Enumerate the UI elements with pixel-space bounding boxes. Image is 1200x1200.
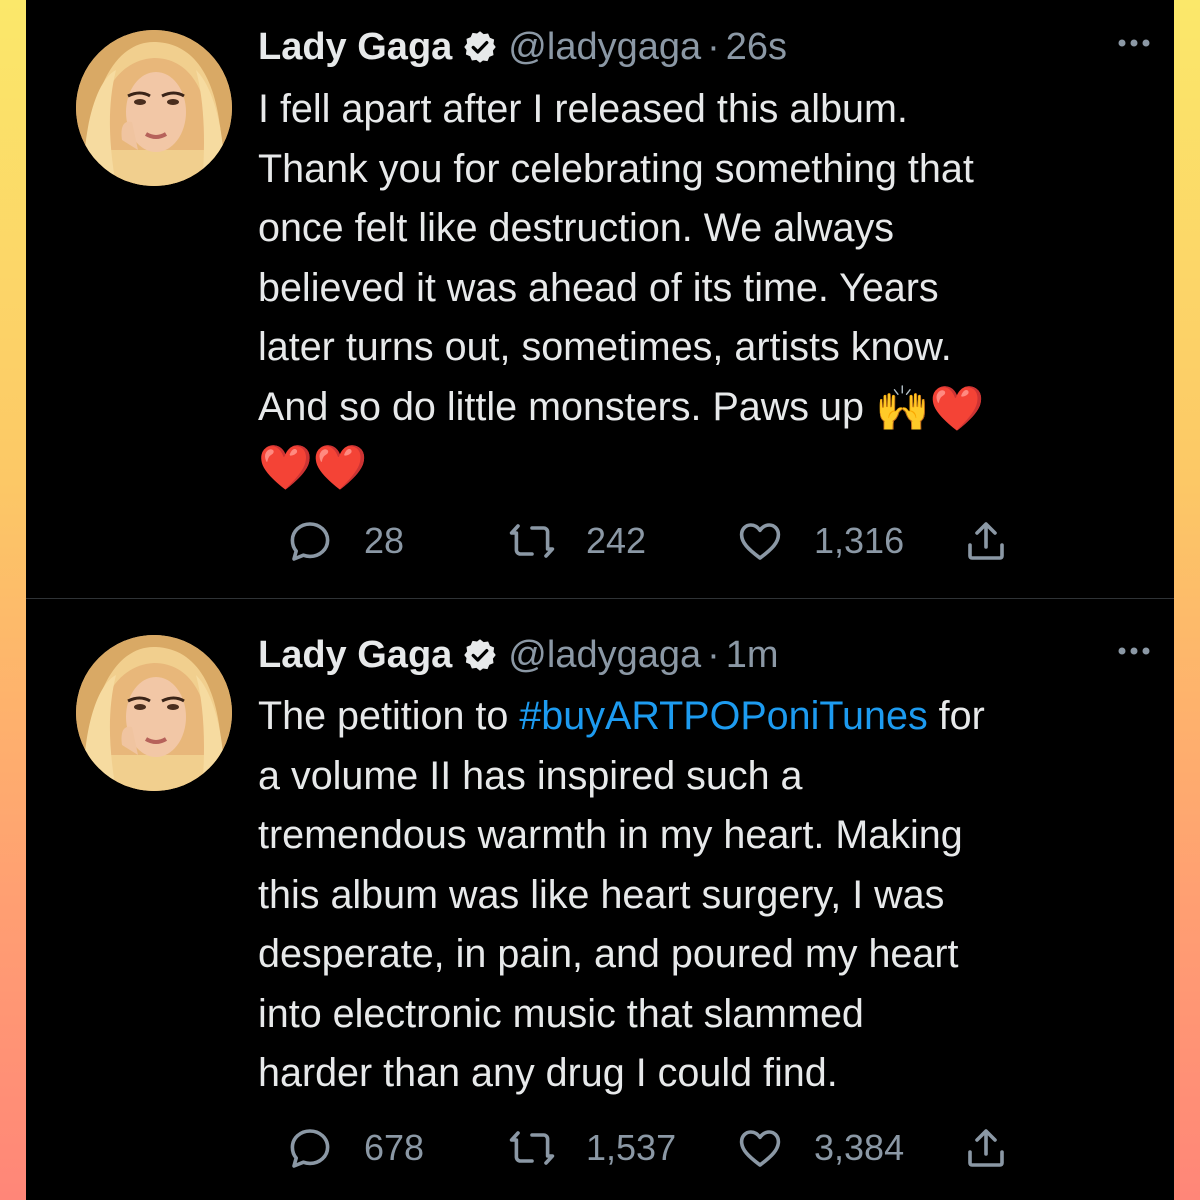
tweet-header: Lady Gaga @ladygaga · 1m bbox=[258, 630, 1154, 680]
retweet-count: 242 bbox=[586, 520, 647, 561]
tweet[interactable]: Lady Gaga @ladygaga · 26s I fell apart a… bbox=[26, 0, 1174, 599]
separator-dot: · bbox=[707, 633, 720, 676]
like-icon bbox=[739, 523, 781, 560]
author-handle[interactable]: @ladygaga bbox=[508, 26, 701, 69]
tweet-text-line: And so do little monsters. Paws up 🙌❤️ bbox=[258, 378, 1146, 438]
reply-button[interactable]: 28 bbox=[286, 516, 404, 566]
author-name[interactable]: Lady Gaga bbox=[258, 634, 452, 677]
author-handle[interactable]: @ladygaga bbox=[508, 634, 701, 677]
tweet-text-segment: The petition to bbox=[258, 694, 520, 738]
tweet-text-line: into electronic music that slammed bbox=[258, 991, 864, 1036]
tweet-text-line: once felt like destruction. We always bbox=[258, 206, 894, 250]
retweet-icon bbox=[509, 524, 555, 558]
tweet-text-line: Thank you for celebrating something that bbox=[258, 146, 974, 191]
share-button[interactable] bbox=[962, 516, 1010, 566]
tweet-text-line: later turns out, sometimes, artists know… bbox=[258, 325, 952, 369]
reply-count: 678 bbox=[364, 1127, 425, 1168]
retweet-icon bbox=[509, 1131, 555, 1165]
reply-icon bbox=[290, 522, 330, 561]
like-count: 3,384 bbox=[814, 1127, 905, 1168]
share-icon bbox=[968, 1129, 1004, 1167]
tweet-text-segment: for bbox=[927, 694, 985, 738]
tweet-text: The petition to #buyARTPOPoniTunes for a… bbox=[258, 687, 1146, 1104]
tweet-text-line: desperate, in pain, and poured my heart bbox=[258, 932, 959, 976]
retweet-button[interactable]: 242 bbox=[508, 516, 646, 566]
tweet-text-line: a volume II has inspired such a bbox=[258, 753, 803, 798]
reply-count: 28 bbox=[364, 520, 405, 561]
retweet-button[interactable]: 1,537 bbox=[508, 1123, 676, 1173]
tweet-timestamp[interactable]: 1m bbox=[726, 634, 779, 677]
more-icon[interactable] bbox=[1114, 28, 1154, 58]
verified-badge-icon bbox=[464, 639, 497, 671]
like-icon bbox=[739, 1130, 781, 1167]
like-button[interactable]: 1,316 bbox=[736, 516, 904, 566]
tweet-text-line: harder than any drug I could find. bbox=[258, 1051, 838, 1095]
tweet-actions: 28 242 1,316 bbox=[258, 516, 1154, 566]
share-icon bbox=[968, 522, 1004, 560]
retweet-count: 1,537 bbox=[586, 1127, 677, 1168]
tweet-timestamp[interactable]: 26s bbox=[726, 26, 787, 69]
tweet[interactable]: Lady Gaga @ladygaga · 1m The petition to… bbox=[26, 599, 1174, 1200]
reply-icon bbox=[290, 1129, 330, 1168]
hashtag-link[interactable]: #buyARTPOPoniTunes bbox=[519, 694, 927, 738]
tweet-text: I fell apart after I released this album… bbox=[258, 80, 1146, 497]
verified-badge-icon bbox=[464, 31, 497, 63]
avatar[interactable] bbox=[76, 30, 232, 186]
more-icon[interactable] bbox=[1114, 636, 1154, 666]
timeline: Lady Gaga @ladygaga · 26s I fell apart a… bbox=[26, 0, 1174, 1200]
emoji-hearts: ❤️❤️ bbox=[258, 443, 368, 493]
emoji-raised-hands-heart: 🙌❤️ bbox=[874, 384, 985, 434]
author-name[interactable]: Lady Gaga bbox=[258, 26, 452, 69]
tweet-text-line: tremendous warmth in my heart. Making bbox=[258, 813, 963, 857]
like-button[interactable]: 3,384 bbox=[736, 1123, 904, 1173]
tweet-text-line: I fell apart after I released this album… bbox=[258, 87, 908, 131]
separator-dot: · bbox=[707, 25, 720, 68]
tweet-text-line: ❤️❤️ bbox=[258, 437, 1146, 497]
tweet-text-line: The petition to #buyARTPOPoniTunes for bbox=[258, 687, 1146, 747]
tweet-actions: 678 1,537 3,384 bbox=[258, 1123, 1154, 1173]
tweet-text-line: this album was like heart surgery, I was bbox=[258, 872, 945, 917]
tweet-text-line: believed it was ahead of its time. Years bbox=[258, 265, 939, 310]
tweet-header: Lady Gaga @ladygaga · 26s bbox=[258, 22, 1154, 72]
tweet-text-segment: And so do little monsters. Paws up bbox=[258, 384, 864, 429]
share-button[interactable] bbox=[962, 1123, 1010, 1173]
reply-button[interactable]: 678 bbox=[286, 1123, 424, 1173]
like-count: 1,316 bbox=[814, 520, 905, 561]
avatar[interactable] bbox=[76, 635, 232, 791]
